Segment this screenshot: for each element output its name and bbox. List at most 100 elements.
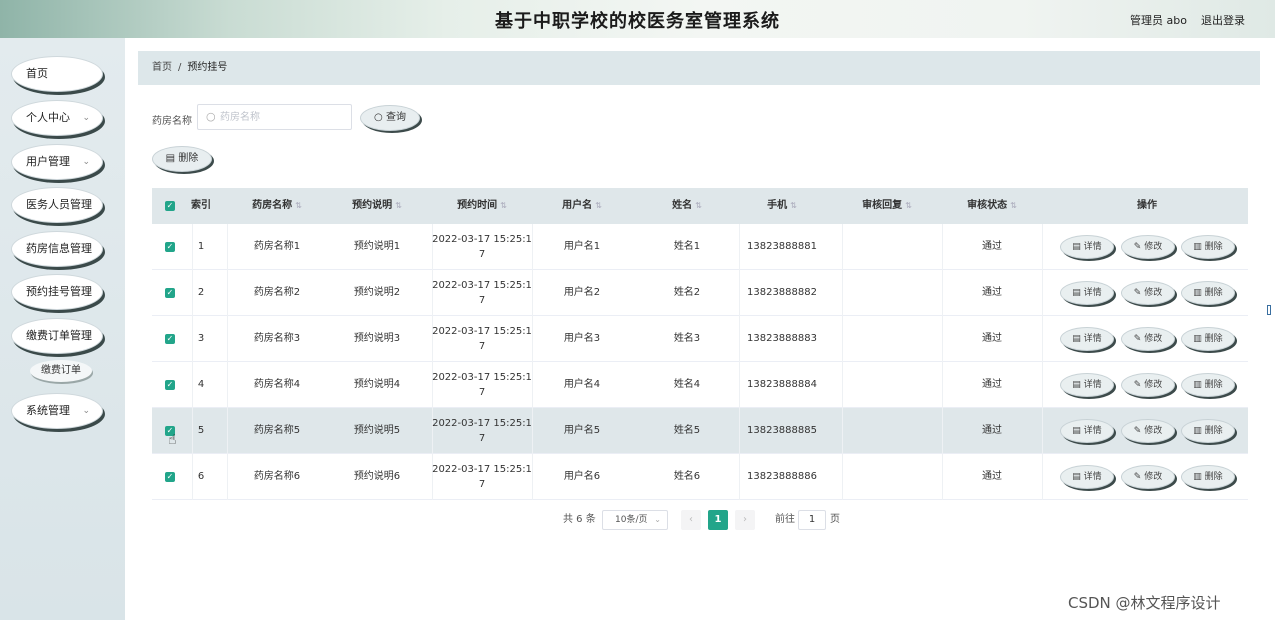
sidebar-item-users[interactable]: 用户管理 ⌄ [11,144,103,180]
system-title: 基于中职学校的校医务室管理系统 [495,11,780,32]
table-row[interactable]: ✓ 2 药房名称2 预约说明2 用户名2 姓名2 13823888882 通过 2022-03-… [152,270,1248,316]
batch-delete-button[interactable]: ▤ 删除 [152,146,212,172]
col-name[interactable]: 姓名 ⇅ [642,188,732,224]
row-checkbox[interactable]: ✓ [165,472,175,482]
delete-button[interactable]: ▥ 删除 [1181,373,1235,397]
cell-pharmacy: 药房名称6 [253,471,301,482]
prev-page-button[interactable]: ‹ [681,510,701,530]
col-reply[interactable]: 审核回复 ⇅ [842,188,932,224]
cell-time-line1: 2022-03-17 15:25:1 [432,326,532,337]
edit-button[interactable]: ✎ 修改 [1121,465,1175,489]
edit-button-label: 修改 [1144,380,1163,390]
edit-button-label: 修改 [1144,288,1163,298]
cell-desc: 预约说明2 [353,287,401,298]
table-row[interactable]: ✓ 4 药房名称4 预约说明4 用户名4 姓名4 13823888884 通过 2022-03-… [152,362,1248,408]
document-icon: ▤ [1072,380,1084,390]
col-username[interactable]: 用户名 ⇅ [537,188,627,224]
search-label: 药房名称 [152,116,192,127]
detail-button[interactable]: ▤ 详情 [1060,281,1114,305]
sidebar-item-system[interactable]: 系统管理 ⌄ [11,393,103,429]
detail-button-label: 详情 [1083,334,1102,344]
column-divider [942,224,943,270]
pagination-total: 共 6 条 [563,514,596,525]
sidebar-item-home[interactable]: 首页 [11,56,103,92]
detail-button[interactable]: ▤ 详情 [1060,419,1114,443]
cell-index: 5 [197,425,205,436]
col-index: 索引 [191,200,211,211]
sidebar-item-label: 药房信息管理 [26,242,92,255]
column-divider [1042,454,1043,500]
sidebar-item-appointments[interactable]: 预约挂号管理 [11,274,103,310]
cell-name: 姓名2 [673,287,701,298]
watermark: CSDN @林文程序设计 [1068,594,1221,612]
edit-button[interactable]: ✎ 修改 [1121,327,1175,351]
detail-button-label: 详情 [1083,242,1102,252]
col-time[interactable]: 预约时间 ⇅ [432,188,532,224]
query-button[interactable]: ○ 查询 [360,105,420,131]
cell-status: 通过 [982,471,1002,482]
col-pharmacy[interactable]: 药房名称 ⇅ [232,188,322,224]
edit-button[interactable]: ✎ 修改 [1121,419,1175,443]
cell-name: 姓名5 [673,425,701,436]
search-field: ○ [197,104,352,130]
breadcrumb: 首页 / 预约挂号 [138,51,1260,85]
col-phone[interactable]: 手机 ⇅ [732,188,832,224]
delete-button-label: 删除 [1204,426,1223,436]
cell-name: 姓名1 [673,241,701,252]
sort-icon: ⇅ [905,201,912,210]
column-divider [227,224,228,270]
table-row[interactable]: ✓ 5 药房名称5 预约说明5 用户名5 姓名5 13823888885 通过 2022-03-… [152,408,1248,454]
delete-button[interactable]: ▥ 删除 [1181,327,1235,351]
next-page-button[interactable]: › [735,510,755,530]
cell-time: 2022-03-17 15:25:1 7 [432,324,532,354]
breadcrumb-separator: / [178,62,182,73]
sidebar-item-payment-orders[interactable]: 缴费订单管理 [11,318,103,354]
row-checkbox[interactable]: ✓ [165,380,175,390]
delete-button[interactable]: ▥ 删除 [1181,281,1235,305]
detail-button[interactable]: ▤ 详情 [1060,465,1114,489]
row-checkbox[interactable]: ✓ [165,334,175,344]
page-size-select[interactable]: 10条/页 ⌄ [602,510,668,530]
cell-desc: 预约说明4 [353,379,401,390]
column-divider [227,362,228,408]
edit-button-label: 修改 [1144,334,1163,344]
query-label: 查询 [385,112,406,123]
row-checkbox[interactable]: ✓ [165,242,175,252]
edit-button[interactable]: ✎ 修改 [1121,235,1175,259]
cell-name: 姓名6 [673,471,701,482]
edit-button[interactable]: ✎ 修改 [1121,281,1175,305]
cell-index: 6 [197,471,205,482]
search-input[interactable] [220,109,348,125]
sidebar-subitem-payment-orders[interactable]: 缴费订单 [30,360,92,382]
current-page-button[interactable]: 1 [708,510,728,530]
table-row[interactable]: ✓ 3 药房名称3 预约说明3 用户名3 姓名3 13823888883 通过 2022-03-… [152,316,1248,362]
detail-button[interactable]: ▤ 详情 [1060,373,1114,397]
cell-username: 用户名3 [563,333,601,344]
detail-button[interactable]: ▤ 详情 [1060,235,1114,259]
edit-button[interactable]: ✎ 修改 [1121,373,1175,397]
column-divider [532,270,533,316]
cell-status: 通过 [982,241,1002,252]
breadcrumb-home[interactable]: 首页 [152,62,172,73]
document-icon: ▤ [1072,334,1084,344]
table-row[interactable]: ✓ 6 药房名称6 预约说明6 用户名6 姓名6 13823888886 通过 2022-03-… [152,454,1248,500]
delete-button[interactable]: ▥ 删除 [1181,235,1235,259]
sort-icon: ⇅ [790,201,797,210]
sidebar-item-pharmacy[interactable]: 药房信息管理 [11,231,103,267]
goto-page-input[interactable]: 1 [798,510,826,530]
sidebar-item-personal-center[interactable]: 个人中心 ⌄ [11,100,103,136]
col-desc[interactable]: 预约说明 ⇅ [332,188,422,224]
sidebar-item-medical-staff[interactable]: 医务人员管理 [11,187,103,223]
cell-time-line1: 2022-03-17 15:25:1 [432,280,532,291]
cell-pharmacy: 药房名称1 [253,241,301,252]
row-checkbox[interactable]: ✓ [165,288,175,298]
col-status[interactable]: 审核状态 ⇅ [947,188,1037,224]
detail-button[interactable]: ▤ 详情 [1060,327,1114,351]
table-row[interactable]: ✓ 1 药房名称1 预约说明1 用户名1 姓名1 13823888881 通过 2022-03-… [152,224,1248,270]
cell-index: 1 [197,241,205,252]
delete-button[interactable]: ▥ 删除 [1181,419,1235,443]
delete-button[interactable]: ▥ 删除 [1181,465,1235,489]
logout-link[interactable]: 退出登录 [1201,12,1245,28]
edge-marker [1267,305,1271,315]
select-all-checkbox[interactable]: ✓ [165,201,175,211]
